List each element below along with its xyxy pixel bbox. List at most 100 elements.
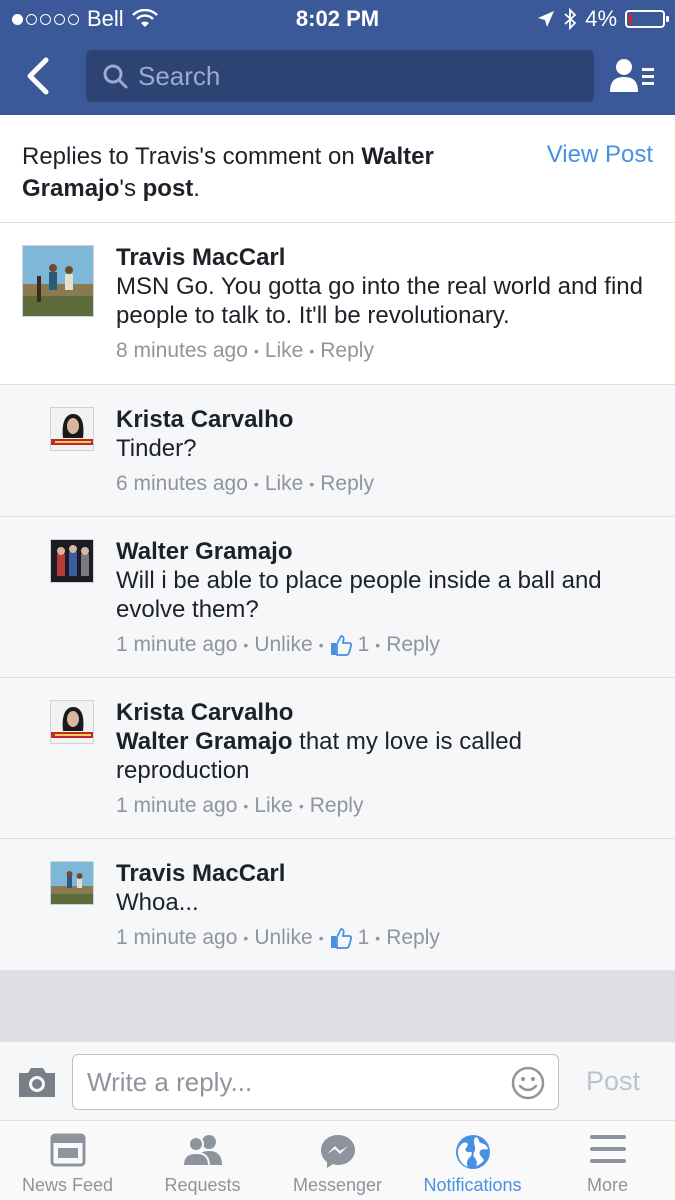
meta-separator: • <box>253 343 259 359</box>
menu-icon <box>589 1135 626 1163</box>
tab-notifications[interactable]: Notifications <box>405 1121 540 1200</box>
search-bar[interactable] <box>86 50 594 102</box>
avatar[interactable] <box>50 861 94 905</box>
reply-item: Krista Carvalho Walter Gramajo that my l… <box>0 678 675 839</box>
avatar[interactable] <box>22 245 94 317</box>
battery-percent: 4% <box>585 6 617 31</box>
messenger-icon <box>320 1135 355 1168</box>
meta-separator: • <box>375 930 381 946</box>
comment-author[interactable]: Krista Carvalho <box>116 405 655 434</box>
empty-thread-area <box>0 970 675 1041</box>
comment-meta: 1 minute ago • Unlike • 1 • Reply <box>116 633 655 657</box>
comment-body: Walter Gramajo Will i be able to place p… <box>116 537 655 657</box>
comment-author[interactable]: Walter Gramajo <box>116 537 655 566</box>
comment-time: 1 minute ago <box>116 926 238 949</box>
meta-separator: • <box>253 476 259 492</box>
tab-more[interactable]: More <box>540 1121 675 1200</box>
meta-separator: • <box>318 930 324 946</box>
reply-item: Travis MacCarl Whoa... 1 minute ago • Un… <box>0 839 675 970</box>
tab-news-feed[interactable]: News Feed <box>0 1121 135 1200</box>
reply-button[interactable]: Reply <box>320 339 374 363</box>
view-post-link[interactable]: View Post <box>547 141 653 169</box>
meta-separator: • <box>309 476 315 492</box>
comment-time: 1 minute ago <box>116 794 238 817</box>
comment-meta: 1 minute ago • Unlike • 1 • Reply <box>116 926 655 950</box>
comment-text: Walter Gramajo that my love is called re… <box>116 727 655 785</box>
unlike-button[interactable]: Unlike <box>254 633 312 657</box>
meta-separator: • <box>298 798 304 814</box>
comment-body: Travis MacCarl Whoa... 1 minute ago • Un… <box>116 859 655 950</box>
comment-author[interactable]: Travis MacCarl <box>116 859 655 888</box>
avatar[interactable] <box>50 539 94 583</box>
comment-time: 1 minute ago <box>116 633 238 656</box>
comment-text: MSN Go. You gotta go into the real world… <box>116 273 644 329</box>
thread-context-bar: Replies to Travis's comment on Walter Gr… <box>0 115 675 223</box>
context-prefix: Replies to Travis's comment on <box>22 143 362 170</box>
comment-body: Krista Carvalho Tinder? 6 minutes ago • … <box>116 405 655 496</box>
comment-time: 8 minutes ago <box>116 339 248 362</box>
comment-text: Tinder? <box>116 435 197 462</box>
bluetooth-icon <box>564 8 577 30</box>
meta-separator: • <box>318 637 324 653</box>
friend-requests-icon <box>181 1135 222 1167</box>
search-icon <box>103 64 128 89</box>
tab-label: Requests <box>164 1175 241 1195</box>
tab-requests[interactable]: Requests <box>135 1121 270 1200</box>
meta-separator: • <box>375 637 381 653</box>
comment-text: Will i be able to place people inside a … <box>116 567 602 623</box>
navigation-header: Bell 8:02 PM 4% <box>0 0 675 115</box>
comment-meta: 8 minutes ago • Like • Reply <box>116 339 655 363</box>
tab-label: Notifications <box>423 1175 522 1195</box>
thumbs-up-icon <box>330 928 352 949</box>
comment-text: Whoa... <box>116 889 199 916</box>
reply-composer: Post <box>0 1041 675 1121</box>
search-input[interactable] <box>138 60 578 92</box>
tab-label: News Feed <box>21 1175 114 1195</box>
tab-label: More <box>586 1175 628 1195</box>
avatar[interactable] <box>50 700 94 744</box>
comment-author[interactable]: Krista Carvalho <box>116 698 655 727</box>
bottom-tab-bar: News Feed Requests Messenger Notificatio… <box>0 1121 675 1200</box>
camera-button[interactable] <box>16 1064 58 1100</box>
reply-input[interactable] <box>87 1065 487 1099</box>
meta-separator: • <box>243 637 249 653</box>
context-post-link[interactable]: post <box>143 175 194 202</box>
reply-button[interactable]: Reply <box>386 926 440 950</box>
like-button[interactable]: Like <box>265 472 304 496</box>
tab-messenger[interactable]: Messenger <box>270 1121 405 1200</box>
unlike-button[interactable]: Unlike <box>254 926 312 950</box>
reply-item: Walter Gramajo Will i be able to place p… <box>0 517 675 678</box>
like-button[interactable]: Like <box>254 794 293 818</box>
comment-meta: 6 minutes ago • Like • Reply <box>116 472 655 496</box>
reply-button[interactable]: Reply <box>310 794 364 818</box>
back-button[interactable] <box>22 56 58 96</box>
mention-link[interactable]: Walter Gramajo <box>116 728 293 755</box>
news-feed-icon <box>50 1133 85 1167</box>
context-end: . <box>193 175 200 202</box>
reply-button[interactable]: Reply <box>320 472 374 496</box>
emoji-button[interactable] <box>510 1065 546 1101</box>
reply-item: Krista Carvalho Tinder? 6 minutes ago • … <box>0 385 675 517</box>
meta-separator: • <box>243 798 249 814</box>
reply-input-box[interactable] <box>72 1054 559 1110</box>
context-possessive: 's <box>119 175 143 202</box>
comment-item: Travis MacCarl MSN Go. You gotta go into… <box>0 223 675 385</box>
comment-author[interactable]: Travis MacCarl <box>116 243 655 272</box>
like-count[interactable]: 1 <box>358 926 370 950</box>
avatar[interactable] <box>50 407 94 451</box>
location-arrow-icon <box>538 11 555 27</box>
tab-label: Messenger <box>292 1175 383 1195</box>
meta-separator: • <box>243 930 249 946</box>
battery-icon <box>625 10 669 28</box>
comment-body: Krista Carvalho Walter Gramajo that my l… <box>116 698 655 818</box>
like-count[interactable]: 1 <box>358 633 370 657</box>
thumbs-up-icon <box>330 635 352 656</box>
meta-separator: • <box>309 343 315 359</box>
post-button[interactable]: Post <box>586 1066 640 1097</box>
friends-list-button[interactable] <box>608 56 656 96</box>
status-bar: Bell 8:02 PM 4% <box>0 0 675 38</box>
reply-button[interactable]: Reply <box>386 633 440 657</box>
comment-meta: 1 minute ago • Like • Reply <box>116 794 655 818</box>
like-button[interactable]: Like <box>265 339 304 363</box>
comment-time: 6 minutes ago <box>116 472 248 495</box>
